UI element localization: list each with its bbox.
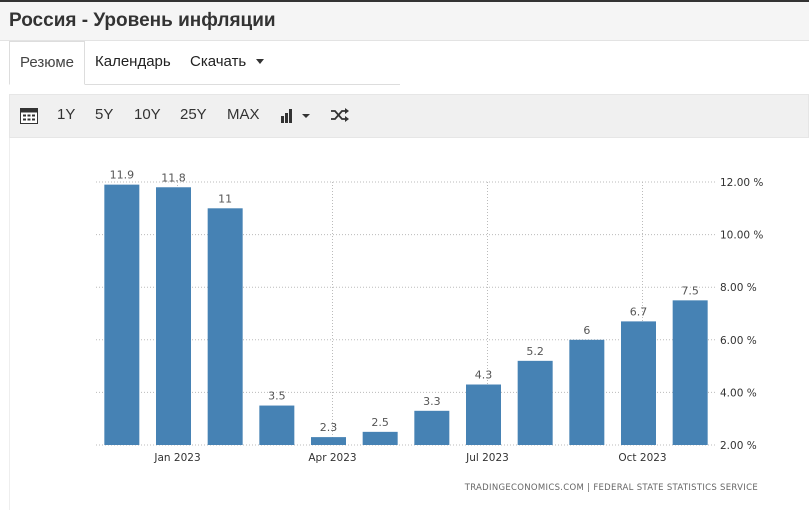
calendar-icon[interactable] <box>20 107 38 125</box>
y-axis: 2.00 % 4.00 % 6.00 % 8.00 % 10.00 % 12.00 % <box>720 177 763 452</box>
bar[interactable] <box>569 339 605 445</box>
tab-download[interactable]: Скачать <box>190 41 265 85</box>
tab-bar: Резюме Календарь Скачать <box>9 41 400 85</box>
bar[interactable] <box>104 184 140 445</box>
y-tick-label: 12.00 % <box>720 177 763 189</box>
title-bar: Россия - Уровень инфляции <box>0 0 809 41</box>
inflation-bar-chart: 11.9 11.8 11 3.5 2.3 2.5 3.3 4.3 5.2 6 6.7 7.5 2.00… <box>96 169 763 493</box>
data-labels: 11.9 11.8 11 3.5 2.3 2.5 3.3 4.3 5.2 6 6.7 7.5 <box>110 169 699 434</box>
x-tick-label: Oct 2023 <box>618 452 666 464</box>
chevron-down-icon <box>302 114 310 118</box>
bar-value-label: 2.3 <box>320 421 338 434</box>
y-tick-label: 2.00 % <box>720 440 757 452</box>
range-25y-button[interactable]: 25Y <box>180 95 207 137</box>
bar-value-label: 2.5 <box>371 416 389 429</box>
bar[interactable] <box>311 437 346 445</box>
chart-container: 11.9 11.8 11 3.5 2.3 2.5 3.3 4.3 5.2 6 6.7 7.5 2.00… <box>9 138 809 510</box>
bar[interactable] <box>207 208 243 445</box>
bar[interactable] <box>466 384 501 445</box>
x-tick-label: Jan 2023 <box>153 452 200 464</box>
bar[interactable] <box>621 321 656 445</box>
bar-value-label: 7.5 <box>681 284 699 297</box>
bar[interactable] <box>362 431 398 445</box>
range-5y-button[interactable]: 5Y <box>95 95 113 137</box>
tab-calendar[interactable]: Календарь <box>95 41 171 85</box>
bar[interactable] <box>517 360 553 445</box>
x-axis: Jan 2023 Apr 2023 Jul 2023 Oct 2023 <box>153 452 666 464</box>
bar-value-label: 3.5 <box>268 390 286 403</box>
page-title: Россия - Уровень инфляции <box>9 10 276 31</box>
shuffle-icon[interactable] <box>330 107 350 125</box>
bar-value-label: 11 <box>218 192 232 205</box>
bar[interactable] <box>156 187 191 445</box>
bar-value-label: 6 <box>583 324 590 337</box>
y-tick-label: 6.00 % <box>720 335 757 347</box>
bar-value-label: 11.8 <box>161 171 186 184</box>
bars <box>104 184 708 445</box>
x-tick-label: Jul 2023 <box>465 452 509 464</box>
bar-value-label: 4.3 <box>475 369 493 382</box>
y-tick-label: 4.00 % <box>720 387 757 399</box>
bar-value-label: 3.3 <box>423 395 441 408</box>
bar-chart-icon <box>281 109 310 123</box>
bar[interactable] <box>414 410 450 445</box>
bar[interactable] <box>672 300 708 445</box>
tab-calendar-label: Календарь <box>95 53 171 70</box>
x-tick-label: Apr 2023 <box>308 452 356 464</box>
source-note: TRADINGECONOMICS.COM | FEDERAL STATE STA… <box>464 483 758 493</box>
caret-down-icon <box>256 58 265 64</box>
tab-summary[interactable]: Резюме <box>9 41 85 85</box>
bar[interactable] <box>259 405 295 445</box>
range-1y-button[interactable]: 1Y <box>57 95 75 137</box>
y-tick-label: 8.00 % <box>720 282 757 294</box>
range-max-button[interactable]: MAX <box>227 95 260 137</box>
y-tick-label: 10.00 % <box>720 230 763 242</box>
bar-value-label: 5.2 <box>526 345 544 358</box>
range-10y-button[interactable]: 10Y <box>134 95 161 137</box>
chart-toolbar: 1Y 5Y 10Y 25Y MAX <box>9 94 809 138</box>
chart-type-button[interactable] <box>280 108 314 124</box>
bar-value-label: 11.9 <box>110 169 135 182</box>
bar-value-label: 6.7 <box>630 305 648 318</box>
tab-summary-label: Резюме <box>20 54 74 71</box>
tab-download-label: Скачать <box>190 53 247 70</box>
